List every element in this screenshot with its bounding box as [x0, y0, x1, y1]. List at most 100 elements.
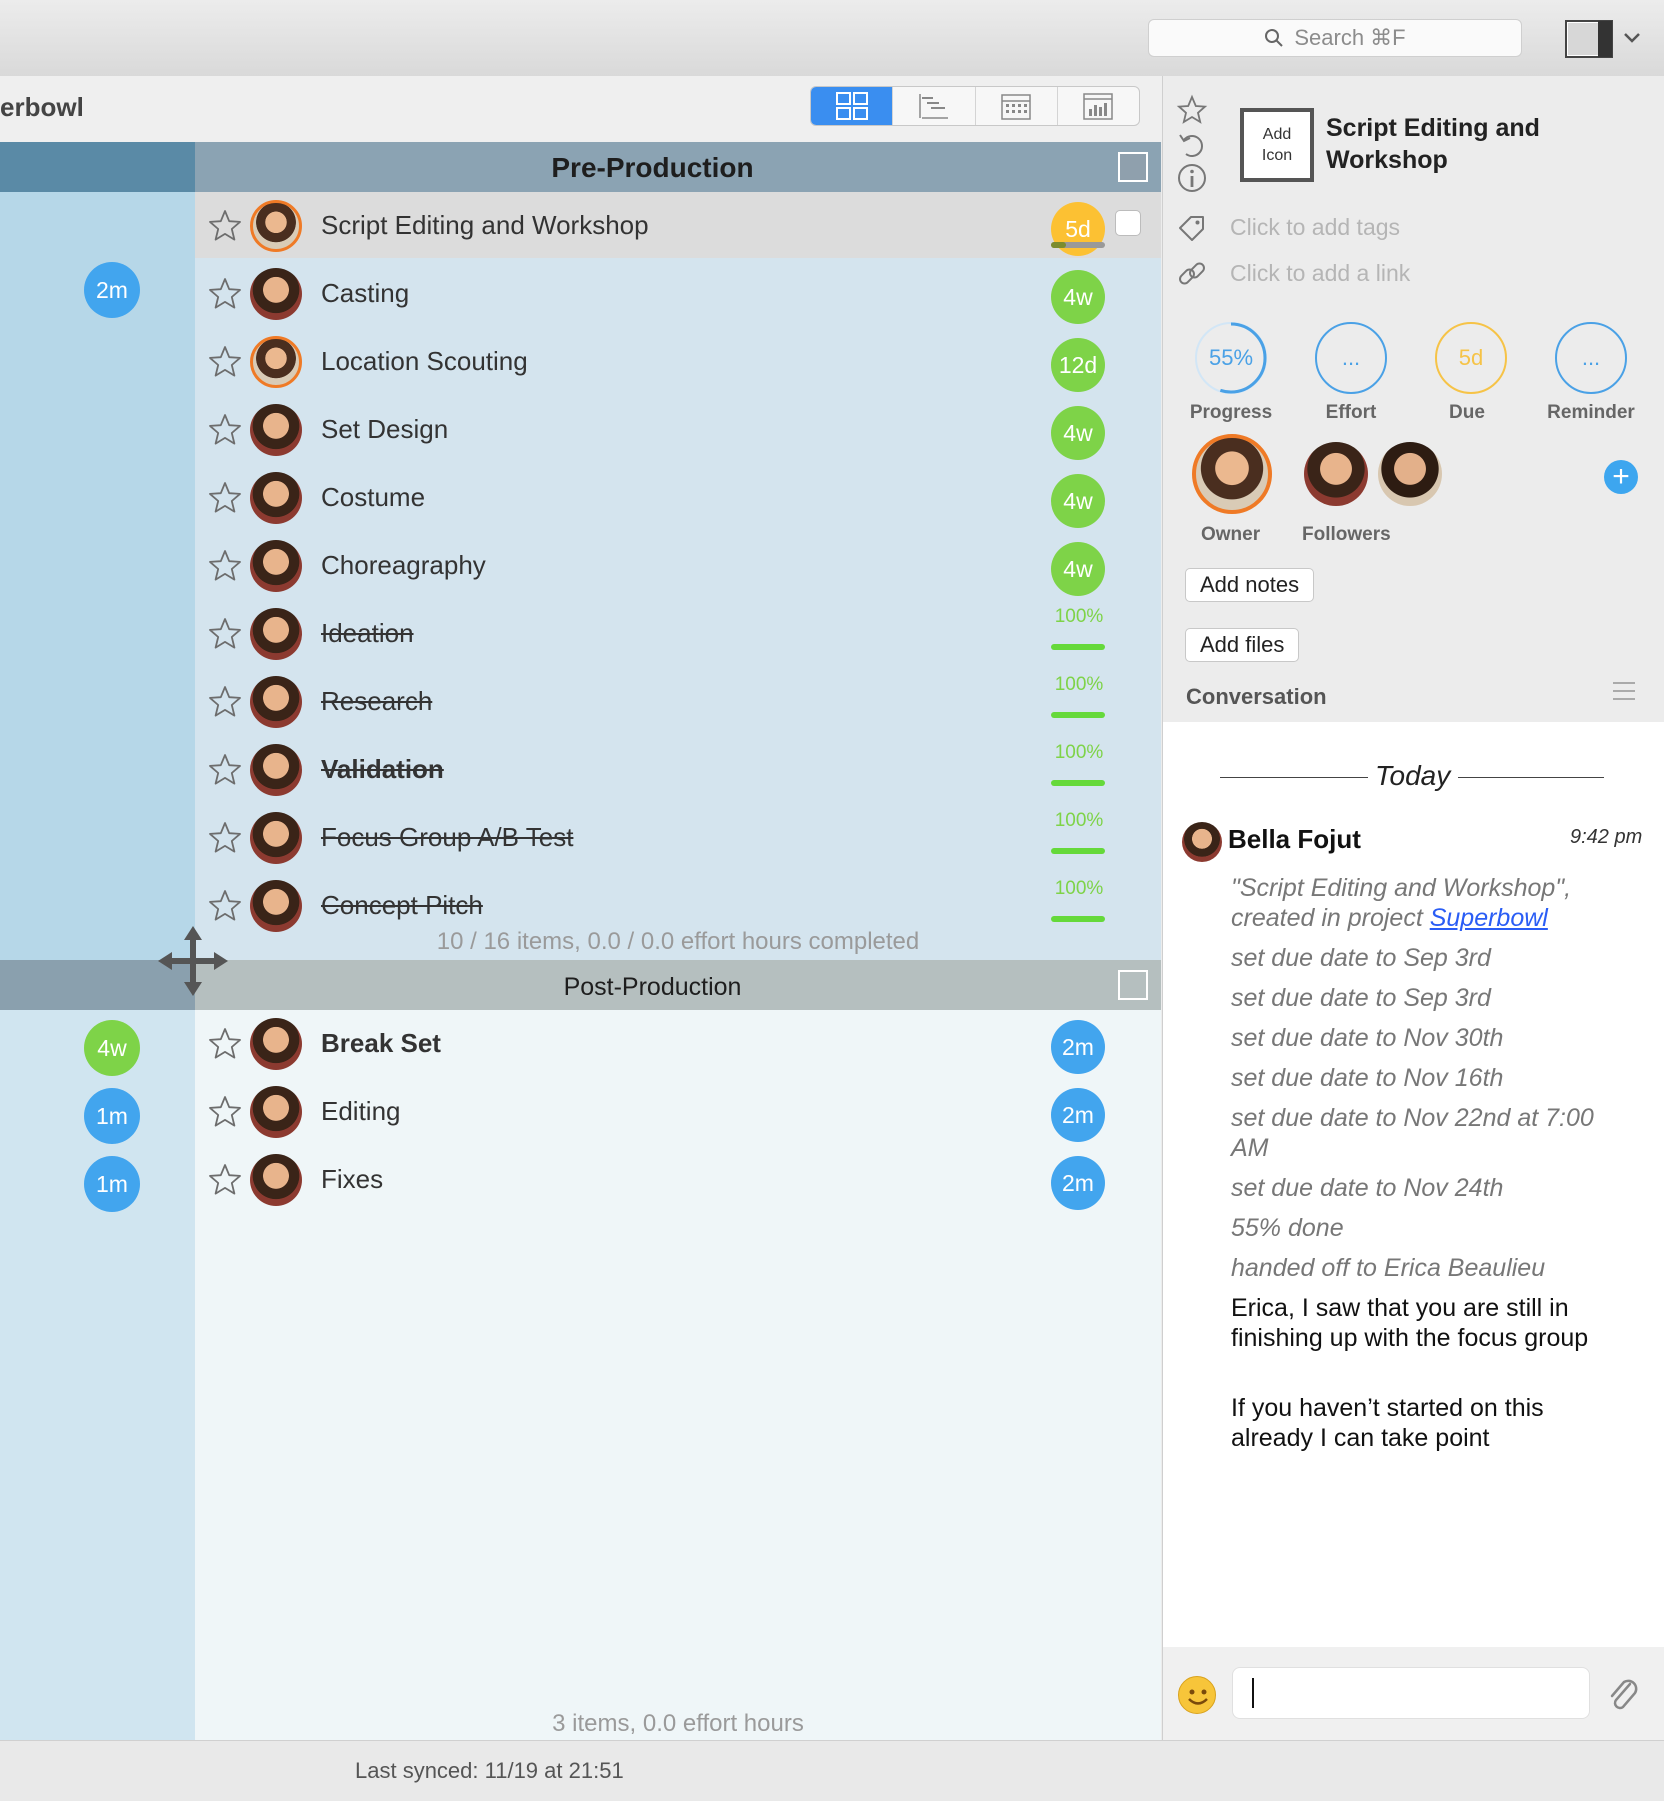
task-row[interactable]: Set Design 4w	[195, 396, 1161, 464]
star-icon[interactable]	[207, 616, 243, 652]
paperclip-icon[interactable]	[1606, 1676, 1640, 1714]
star-icon[interactable]	[207, 208, 243, 244]
star-icon[interactable]	[207, 1026, 243, 1062]
task-title[interactable]: Research	[321, 686, 432, 717]
task-checkbox[interactable]	[1115, 210, 1141, 236]
owner-avatar[interactable]	[1192, 434, 1272, 514]
star-icon[interactable]	[207, 276, 243, 312]
task-title[interactable]: Script Editing and Workshop	[1326, 112, 1566, 176]
assignee-avatar[interactable]	[250, 744, 302, 796]
due-badge[interactable]: 2m	[1051, 1156, 1105, 1210]
star-icon[interactable]	[1176, 94, 1208, 126]
info-icon[interactable]	[1176, 162, 1208, 194]
task-row[interactable]: Costume 4w	[195, 464, 1161, 532]
assignee-avatar[interactable]	[250, 200, 302, 252]
star-icon[interactable]	[207, 684, 243, 720]
assignee-avatar[interactable]	[250, 880, 302, 932]
task-row[interactable]: Script Editing and Workshop 5d	[195, 192, 1161, 260]
task-title[interactable]: Fixes	[321, 1164, 383, 1195]
search-field[interactable]: Search ⌘F	[1148, 19, 1522, 57]
panel-layout-icon[interactable]	[1565, 20, 1613, 58]
swimlane-badge[interactable]: 2m	[84, 262, 140, 318]
task-title[interactable]: Costume	[321, 482, 425, 513]
due-badge[interactable]: 12d	[1051, 338, 1105, 392]
task-title[interactable]: Focus Group A/B Test	[321, 822, 573, 853]
star-icon[interactable]	[207, 888, 243, 924]
chat-message[interactable]: If you haven’t started on this already I…	[1231, 1393, 1611, 1453]
task-title[interactable]: Set Design	[321, 414, 448, 445]
task-row[interactable]: Location Scouting 12d	[195, 328, 1161, 396]
assignee-avatar[interactable]	[250, 472, 302, 524]
task-row[interactable]: Break Set 2m	[195, 1010, 1161, 1078]
board-view-button[interactable]	[811, 87, 894, 125]
task-row[interactable]: Editing 2m	[195, 1078, 1161, 1146]
task-row[interactable]: Focus Group A/B Test 100%	[195, 804, 1161, 872]
star-icon[interactable]	[207, 412, 243, 448]
star-icon[interactable]	[207, 344, 243, 380]
task-row[interactable]: Ideation 100%	[195, 600, 1161, 668]
add-link-field[interactable]: Click to add a link	[1230, 260, 1410, 287]
menu-icon[interactable]	[1612, 680, 1636, 702]
follower-avatar[interactable]	[1378, 442, 1442, 506]
section-collapse-box[interactable]	[1118, 970, 1148, 1000]
due-badge[interactable]: 4w	[1051, 406, 1105, 460]
due-ring[interactable]: 5d	[1435, 322, 1507, 394]
assignee-avatar[interactable]	[250, 540, 302, 592]
calendar-view-button[interactable]	[976, 87, 1058, 125]
due-badge[interactable]: 4w	[1051, 474, 1105, 528]
task-title[interactable]: Choreagraphy	[321, 550, 486, 581]
task-row[interactable]: Research 100%	[195, 668, 1161, 736]
reminder-ring[interactable]: ...	[1555, 322, 1627, 394]
undo-icon[interactable]	[1176, 128, 1208, 160]
task-row[interactable]: Validation 100%	[195, 736, 1161, 804]
assignee-avatar[interactable]	[250, 1086, 302, 1138]
report-view-button[interactable]	[1058, 87, 1139, 125]
task-title[interactable]: Break Set	[321, 1028, 441, 1059]
assignee-avatar[interactable]	[250, 268, 302, 320]
star-icon[interactable]	[207, 752, 243, 788]
swimlane-badge[interactable]: 4w	[84, 1020, 140, 1076]
task-row[interactable]: Choreagraphy 4w	[195, 532, 1161, 600]
assignee-avatar[interactable]	[250, 676, 302, 728]
due-badge[interactable]: 4w	[1051, 542, 1105, 596]
swimlane-badge[interactable]: 1m	[84, 1088, 140, 1144]
project-link[interactable]: Superbowl	[1430, 904, 1548, 932]
add-follower-button[interactable]: +	[1604, 460, 1638, 494]
assignee-avatar[interactable]	[250, 404, 302, 456]
message-input[interactable]	[1232, 1667, 1590, 1719]
add-icon-button[interactable]: Add Icon	[1240, 108, 1314, 182]
assignee-avatar[interactable]	[250, 1154, 302, 1206]
effort-ring[interactable]: ...	[1315, 322, 1387, 394]
assignee-avatar[interactable]	[250, 608, 302, 660]
task-title[interactable]: Ideation	[321, 618, 414, 649]
due-badge[interactable]: 2m	[1051, 1088, 1105, 1142]
task-title[interactable]: Location Scouting	[321, 346, 528, 377]
assignee-avatar[interactable]	[250, 812, 302, 864]
task-title[interactable]: Editing	[321, 1096, 401, 1127]
emoji-icon[interactable]	[1178, 1676, 1216, 1714]
add-notes-button[interactable]: Add notes	[1185, 568, 1315, 602]
assignee-avatar[interactable]	[250, 336, 302, 388]
add-files-button[interactable]: Add files	[1185, 628, 1300, 662]
task-title[interactable]: Script Editing and Workshop	[321, 210, 649, 241]
task-row[interactable]: Casting 4w	[195, 260, 1161, 328]
task-title[interactable]: Concept Pitch	[321, 890, 483, 921]
chevron-down-icon[interactable]	[1621, 26, 1643, 48]
star-icon[interactable]	[207, 1094, 243, 1130]
star-icon[interactable]	[207, 820, 243, 856]
due-badge[interactable]: 2m	[1051, 1020, 1105, 1074]
add-tags-field[interactable]: Click to add tags	[1230, 214, 1400, 241]
chat-message[interactable]: Erica, I saw that you are still in finis…	[1231, 1293, 1611, 1353]
assignee-avatar[interactable]	[250, 1018, 302, 1070]
gantt-view-button[interactable]	[893, 87, 976, 125]
section-collapse-box[interactable]	[1118, 152, 1148, 182]
task-title[interactable]: Validation	[321, 754, 444, 785]
due-badge[interactable]: 4w	[1051, 270, 1105, 324]
star-icon[interactable]	[207, 548, 243, 584]
task-title[interactable]: Casting	[321, 278, 409, 309]
progress-ring[interactable]: 55%	[1195, 322, 1267, 394]
star-icon[interactable]	[207, 480, 243, 516]
swimlane-badge[interactable]: 1m	[84, 1156, 140, 1212]
star-icon[interactable]	[207, 1162, 243, 1198]
task-row[interactable]: Fixes 2m	[195, 1146, 1161, 1214]
